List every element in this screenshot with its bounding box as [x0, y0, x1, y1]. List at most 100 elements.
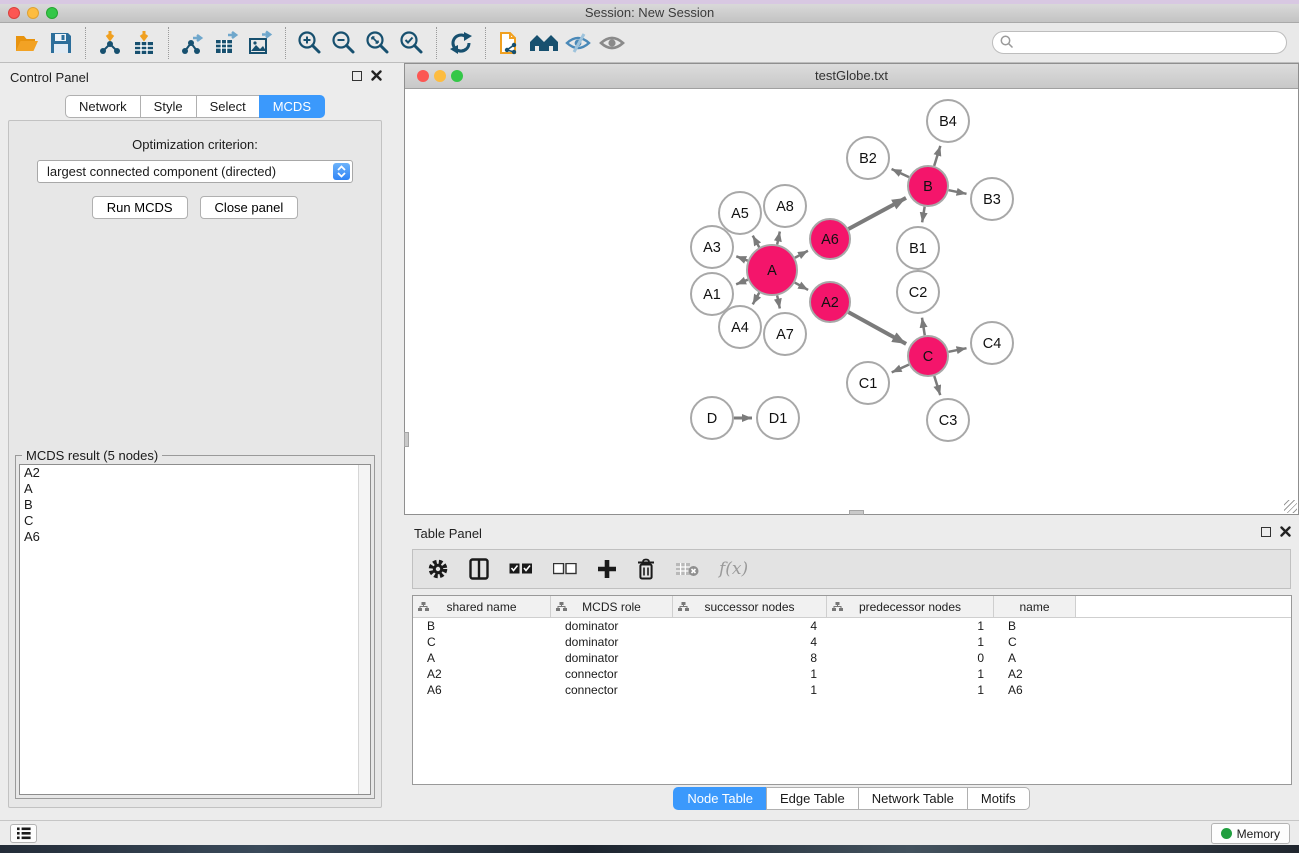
result-item[interactable]: A	[20, 481, 370, 497]
edge-A-A8[interactable]	[777, 231, 780, 244]
search-input[interactable]	[992, 31, 1287, 54]
tab-network-table[interactable]: Network Table	[858, 787, 967, 810]
close-window-button[interactable]	[8, 7, 20, 19]
mcds-panel: Optimization criterion: largest connecte…	[8, 120, 382, 808]
tab-edge-table[interactable]: Edge Table	[766, 787, 858, 810]
edge-A-A1[interactable]	[736, 280, 748, 285]
export-table-icon	[214, 30, 240, 56]
close-panel-button[interactable]: Close panel	[200, 196, 299, 219]
panel-resize-handle[interactable]	[849, 510, 864, 515]
column-header-successor-nodes[interactable]: successor nodes	[673, 596, 827, 617]
mcds-result-list[interactable]: A2ABCA6	[19, 464, 371, 795]
network-canvas[interactable]: B4B2BB3A5A8A6B1A3AC2A1A2A4A7C4CC1C3DD1	[405, 89, 1298, 514]
node-label-C4: C4	[983, 336, 1002, 352]
float-panel-icon[interactable]	[1261, 527, 1271, 537]
column-header-name[interactable]: name	[994, 596, 1076, 617]
tab-motifs[interactable]: Motifs	[967, 787, 1030, 810]
edge-A-A6[interactable]	[795, 251, 808, 258]
column-header-MCDS-role[interactable]: MCDS role	[551, 596, 673, 617]
panel-resize-handle[interactable]	[404, 432, 409, 447]
refresh-button[interactable]	[444, 27, 478, 59]
run-mcds-button[interactable]: Run MCDS	[92, 196, 188, 219]
close-panel-icon[interactable]	[371, 70, 382, 81]
zoom-out-button[interactable]	[327, 27, 361, 59]
edge-C-C2[interactable]	[922, 318, 925, 336]
tab-network[interactable]: Network	[65, 95, 140, 118]
edge-B-B3[interactable]	[949, 190, 967, 194]
first-neighbors-button[interactable]	[527, 27, 561, 59]
edge-A-A5[interactable]	[753, 236, 760, 248]
export-table-button[interactable]	[210, 27, 244, 59]
memory-button[interactable]: Memory	[1211, 823, 1290, 844]
table-row[interactable]: A2connector11A2	[413, 666, 1291, 682]
column-header-shared-name[interactable]: shared name	[413, 596, 551, 617]
toolbar-separator	[285, 27, 286, 59]
table-cell: 1	[827, 618, 994, 634]
edge-A6-B[interactable]	[848, 198, 906, 229]
result-scrollbar[interactable]	[358, 465, 370, 794]
new-network-from-selection-button[interactable]	[493, 27, 527, 59]
zoom-in-button[interactable]	[293, 27, 327, 59]
hide-selected-button[interactable]	[561, 27, 595, 59]
show-all-button[interactable]	[595, 27, 629, 59]
add-column-icon[interactable]	[597, 559, 617, 579]
result-item[interactable]: A6	[20, 529, 370, 545]
edge-A-A2[interactable]	[795, 283, 808, 290]
edge-B-B4[interactable]	[934, 146, 940, 166]
network-graph[interactable]: B4B2BB3A5A8A6B1A3AC2A1A2A4A7C4CC1C3DD1	[405, 89, 1298, 514]
network-close-button[interactable]	[417, 70, 429, 82]
tab-node-table[interactable]: Node Table	[673, 787, 766, 810]
edge-B-B1[interactable]	[922, 207, 925, 223]
table-panel-header: Table Panel	[404, 519, 1299, 547]
edge-A2-C[interactable]	[848, 312, 906, 344]
optimization-criterion-select[interactable]: largest connected component (directed)	[37, 160, 353, 183]
edge-C-C4[interactable]	[949, 348, 967, 352]
network-window-titlebar[interactable]: testGlobe.txt	[405, 64, 1298, 89]
network-minimize-button[interactable]	[434, 70, 446, 82]
column-header-predecessor-nodes[interactable]: predecessor nodes	[827, 596, 994, 617]
minimize-window-button[interactable]	[27, 7, 39, 19]
export-network-button[interactable]	[176, 27, 210, 59]
edge-A-A3[interactable]	[736, 256, 747, 260]
open-file-button[interactable]	[10, 27, 44, 59]
network-maximize-button[interactable]	[451, 70, 463, 82]
tab-style[interactable]: Style	[140, 95, 196, 118]
edge-B-B2[interactable]	[892, 169, 909, 177]
edge-A-A4[interactable]	[753, 293, 760, 305]
edge-C-C3[interactable]	[934, 376, 940, 395]
export-image-button[interactable]	[244, 27, 278, 59]
table-row[interactable]: Adominator80A	[413, 650, 1291, 666]
function-builder-icon[interactable]: f(x)	[719, 559, 748, 579]
delete-column-icon[interactable]	[637, 558, 655, 580]
result-item[interactable]: A2	[20, 465, 370, 481]
import-network-button[interactable]	[93, 27, 127, 59]
table-row[interactable]: A6connector11A6	[413, 682, 1291, 698]
zoom-selected-button[interactable]	[395, 27, 429, 59]
shared-column-icon	[418, 602, 429, 611]
zoom-fit-button[interactable]	[361, 27, 395, 59]
close-panel-icon[interactable]	[1280, 526, 1291, 537]
select-all-icon[interactable]	[509, 563, 533, 576]
window-resize-grip[interactable]	[1284, 500, 1297, 513]
maximize-window-button[interactable]	[46, 7, 58, 19]
refresh-icon	[449, 31, 473, 55]
control-panel-header: Control Panel	[0, 63, 390, 91]
save-session-button[interactable]	[44, 27, 78, 59]
table-cell: A6	[994, 682, 1076, 698]
delete-table-icon[interactable]	[675, 561, 699, 577]
deselect-all-icon[interactable]	[553, 563, 577, 576]
table-row[interactable]: Cdominator41C	[413, 634, 1291, 650]
float-panel-icon[interactable]	[352, 71, 362, 81]
table-cell: dominator	[551, 650, 673, 666]
column-layout-icon[interactable]	[469, 558, 489, 580]
gear-icon[interactable]	[427, 558, 449, 580]
tab-select[interactable]: Select	[196, 95, 259, 118]
tab-mcds[interactable]: MCDS	[259, 95, 325, 118]
task-history-button[interactable]	[10, 824, 37, 843]
table-row[interactable]: Bdominator41B	[413, 618, 1291, 634]
result-item[interactable]: C	[20, 513, 370, 529]
edge-A-A7[interactable]	[777, 295, 780, 308]
import-table-button[interactable]	[127, 27, 161, 59]
edge-C-C1[interactable]	[892, 365, 909, 373]
result-item[interactable]: B	[20, 497, 370, 513]
